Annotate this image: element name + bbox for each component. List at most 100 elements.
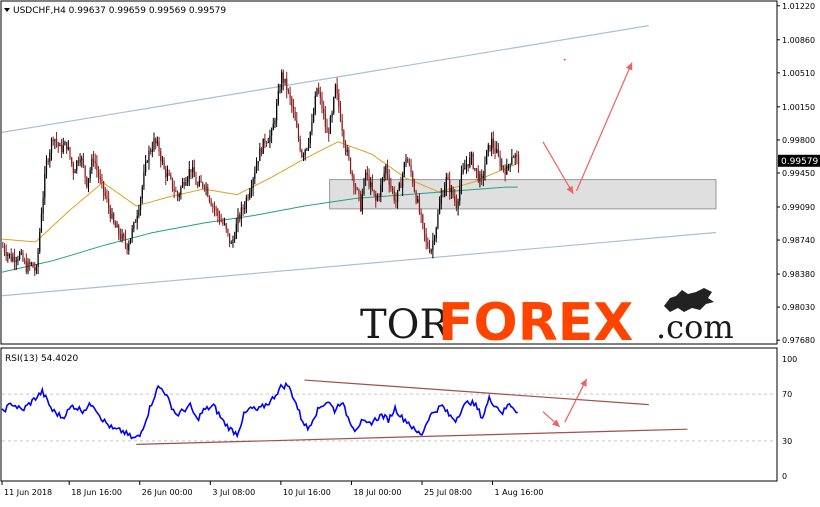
candle-body [197, 184, 199, 186]
candle-body [66, 142, 68, 150]
candle-body [119, 234, 121, 240]
candle-body [437, 213, 439, 228]
candle-body [22, 252, 24, 261]
candle-body [351, 172, 353, 176]
candle-body [265, 143, 268, 144]
candle-body [148, 150, 150, 162]
candle-body [239, 214, 241, 220]
candle-body [507, 165, 510, 166]
candle-body [264, 138, 266, 144]
candle-body [143, 172, 145, 187]
candle-body [84, 165, 86, 177]
candle-body [237, 214, 239, 225]
rsi-tick-label: 30 [782, 437, 792, 446]
candle-body [134, 222, 137, 224]
candle-body [398, 183, 400, 191]
candle-body [54, 139, 56, 141]
candle-body [467, 163, 469, 167]
candle-body [104, 192, 106, 196]
candle-body [126, 244, 128, 251]
candle-body [324, 113, 326, 127]
candle-body [232, 239, 234, 244]
chart-svg[interactable]: 1.01220 1.00860 1.00510 1.00150 0.99800 0.994… [0, 0, 820, 503]
time-tick-label: 25 Jul 08:00 [424, 488, 472, 497]
price-tick-label: 1.00510 [782, 69, 815, 78]
candle-body [299, 138, 301, 151]
symbol-header: USDCHF,H4 0.99637 0.99659 0.99569 0.9957… [4, 6, 226, 16]
candle-body [368, 174, 370, 187]
candle-body [343, 130, 345, 143]
price-axis: 1.01220 1.00860 1.00510 1.00150 0.99800 0.994… [777, 2, 815, 345]
price-tick-label: 0.98380 [782, 270, 815, 279]
candle-body [435, 227, 437, 239]
candle-body [12, 256, 14, 261]
support-zone[interactable] [329, 179, 717, 210]
candle-body [366, 172, 368, 175]
candle-body [34, 267, 36, 271]
candle-body [355, 186, 357, 189]
candle-body [494, 147, 496, 153]
time-tick-label: 18 Jun 16:00 [71, 488, 122, 497]
support-zone-group[interactable] [329, 179, 717, 210]
candle-body [229, 233, 231, 244]
candle-body [163, 160, 165, 169]
candle-body [208, 196, 211, 201]
candle-body [358, 189, 360, 195]
price-tick-label: 1.01220 [782, 2, 815, 11]
candle-body [375, 193, 377, 201]
candle-body [302, 154, 305, 157]
candle-body [306, 148, 308, 150]
candle-body [378, 195, 380, 197]
candle-body [145, 161, 147, 173]
candle-body [445, 176, 447, 188]
candle-body [489, 145, 491, 151]
candle-body [314, 95, 316, 114]
candle-body [326, 126, 328, 133]
candle-body [479, 173, 481, 182]
candle-body [329, 117, 331, 134]
candle-body [460, 172, 463, 187]
candle-body [7, 254, 9, 256]
candle-body [385, 165, 387, 174]
candle-body [8, 253, 11, 255]
candle-body [462, 169, 464, 173]
candle-body [356, 188, 358, 190]
candle-body [5, 251, 7, 256]
time-tick-label: 11 Jun 2018 [4, 488, 52, 497]
candle-body [192, 167, 194, 173]
candle-body [32, 262, 34, 268]
rsi-tick-label: 0 [782, 472, 787, 481]
candle-body [363, 179, 365, 195]
candle-body [123, 234, 125, 238]
candle-body [428, 247, 431, 252]
candle-body [170, 175, 172, 179]
chart-window[interactable]: 1.01220 1.00860 1.00510 1.00150 0.99800 0.994… [0, 0, 820, 503]
candle-body [207, 186, 209, 197]
candle-body [30, 262, 32, 265]
candle-body [257, 161, 259, 165]
candle-body [190, 169, 192, 173]
candle-body [87, 178, 90, 188]
candle-body [124, 237, 127, 245]
candle-body [477, 170, 479, 182]
candle-body [481, 173, 483, 178]
candle-body [61, 144, 63, 153]
candle-body [282, 72, 284, 83]
candle-body [449, 179, 451, 193]
candle-body [405, 159, 407, 163]
candle-body [247, 197, 249, 199]
candle-body [64, 142, 66, 146]
candle-body [407, 159, 409, 163]
candle-body [381, 178, 384, 185]
candle-body [260, 148, 263, 154]
candle-body [319, 92, 321, 98]
candle-body [333, 97, 335, 114]
candle-body [455, 200, 457, 209]
candle-body [313, 113, 315, 122]
watermark-dotcom: .com [656, 308, 734, 346]
candle-body [89, 170, 91, 179]
candle-body [168, 173, 170, 176]
candle-body [217, 209, 219, 216]
candle-body [215, 208, 217, 210]
candle-body [370, 182, 372, 187]
